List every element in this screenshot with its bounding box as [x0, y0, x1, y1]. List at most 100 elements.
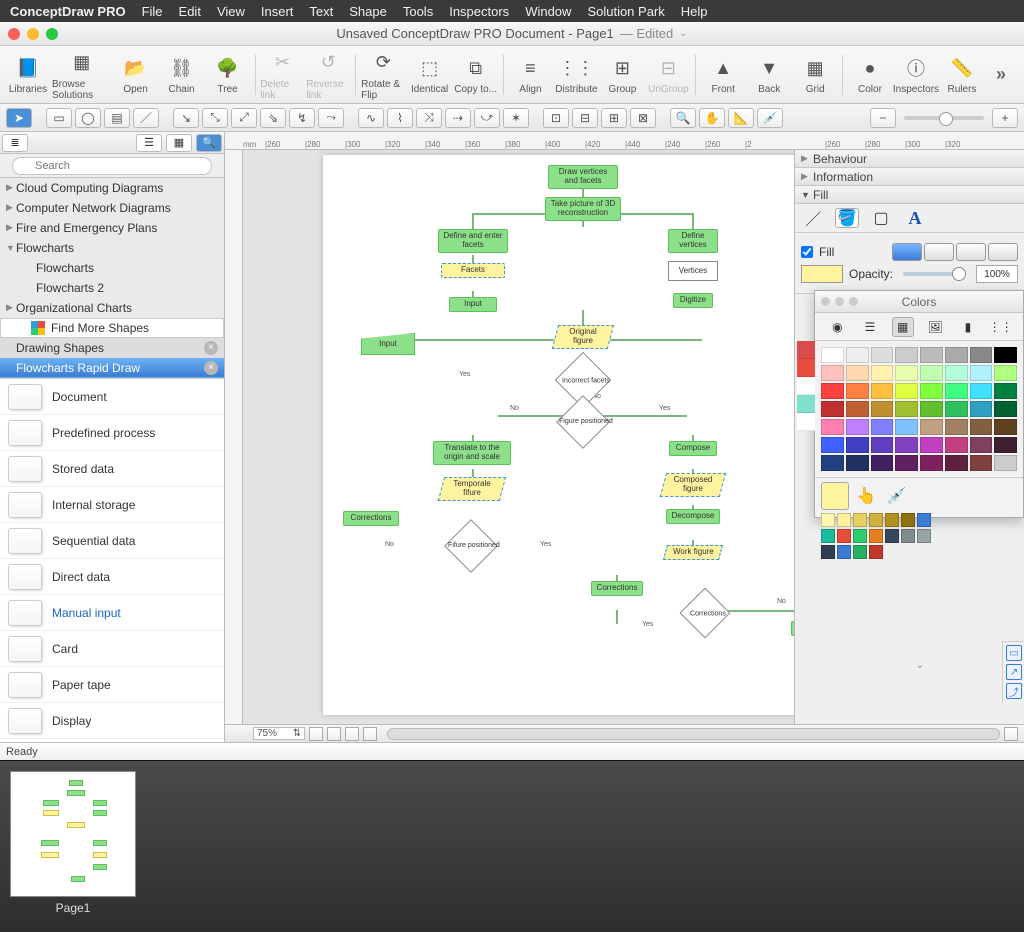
- color-swatch[interactable]: [945, 455, 968, 471]
- custom-color-swatch[interactable]: [853, 545, 867, 559]
- color-swatch[interactable]: [871, 383, 894, 399]
- node-corrections-1[interactable]: Corrections: [343, 511, 399, 526]
- recent-color[interactable]: [797, 377, 815, 395]
- color-swatch[interactable]: [945, 347, 968, 363]
- opacity-slider[interactable]: [903, 272, 966, 276]
- custom-color-swatch[interactable]: [837, 513, 851, 527]
- node-define-enter-facets[interactable]: Define and enter facets: [438, 229, 508, 253]
- node-draw-vertices[interactable]: Draw vertices and facets: [548, 165, 618, 189]
- tree-organizational-charts[interactable]: ▶Organizational Charts: [0, 298, 224, 318]
- color-swatch[interactable]: [994, 365, 1017, 381]
- color-swatch[interactable]: [821, 383, 844, 399]
- tree-computer-network-diagrams[interactable]: ▶Computer Network Diagrams: [0, 198, 224, 218]
- shape-document[interactable]: Document: [0, 379, 224, 415]
- menu-inspectors[interactable]: Inspectors: [449, 4, 509, 19]
- menu-window[interactable]: Window: [525, 4, 571, 19]
- fill-color-swatch[interactable]: [801, 265, 843, 283]
- quick-arrow[interactable]: ↗: [1006, 664, 1022, 680]
- inspector-section-behaviour[interactable]: ▶Behaviour: [795, 150, 1024, 168]
- toolbar-rulers[interactable]: 📏Rulers: [940, 48, 984, 102]
- connector-tool-3[interactable]: ⤢: [231, 108, 257, 128]
- current-color-swatch[interactable]: [821, 482, 849, 510]
- inspector-tab-text[interactable]: A: [903, 208, 927, 228]
- color-swatch[interactable]: [895, 383, 918, 399]
- color-swatch[interactable]: [970, 419, 993, 435]
- page-nav-prev[interactable]: [327, 727, 341, 741]
- color-swatch[interactable]: [895, 455, 918, 471]
- toolbar-inspectors[interactable]: ⓘInspectors: [894, 48, 938, 102]
- node-define-vertices[interactable]: Define vertices: [668, 229, 718, 253]
- color-swatch[interactable]: [945, 365, 968, 381]
- color-swatch[interactable]: [895, 437, 918, 453]
- menu-help[interactable]: Help: [681, 4, 708, 19]
- toolbar-open[interactable]: 📂Open: [114, 48, 158, 102]
- color-swatch[interactable]: [846, 419, 869, 435]
- fill-pattern-button[interactable]: [956, 243, 986, 261]
- shape-direct-data[interactable]: Direct data: [0, 559, 224, 595]
- color-swatch[interactable]: [846, 347, 869, 363]
- toolbar-browse-solutions[interactable]: ▦Browse Solutions: [52, 48, 112, 102]
- color-swatch[interactable]: [970, 437, 993, 453]
- color-swatch[interactable]: [920, 365, 943, 381]
- path-tool-1[interactable]: ∿: [358, 108, 384, 128]
- tree-cloud-computing-diagrams[interactable]: ▶Cloud Computing Diagrams: [0, 178, 224, 198]
- color-swatch[interactable]: [970, 383, 993, 399]
- library-search-input[interactable]: [12, 157, 212, 175]
- color-swatch[interactable]: [871, 365, 894, 381]
- fill-image-button[interactable]: [988, 243, 1018, 261]
- edit-points-tool-3[interactable]: ⊞: [601, 108, 627, 128]
- node-compose[interactable]: Compose: [669, 441, 717, 456]
- path-tool-4[interactable]: ⇢: [445, 108, 471, 128]
- drawing-canvas[interactable]: Yes No No Yes Yes No Yes No Draw vertice…: [243, 150, 1024, 724]
- pan-tool[interactable]: ✋: [699, 108, 725, 128]
- node-input-1[interactable]: Input: [449, 297, 497, 312]
- tree-flowcharts[interactable]: Flowcharts: [0, 258, 224, 278]
- fit-page-button[interactable]: [1004, 727, 1018, 741]
- zoom-out-button[interactable]: −: [870, 108, 896, 128]
- toolbar-rotate-flip[interactable]: ⟳Rotate & Flip: [361, 48, 406, 102]
- panel-search-toggle[interactable]: 🔍: [196, 134, 222, 152]
- menu-solution-park[interactable]: Solution Park: [587, 4, 664, 19]
- color-swatch[interactable]: [895, 365, 918, 381]
- toolbar-libraries[interactable]: 📘Libraries: [6, 48, 50, 102]
- toolbar-chain[interactable]: ⛓Chain: [160, 48, 204, 102]
- menu-text[interactable]: Text: [309, 4, 333, 19]
- custom-color-swatch[interactable]: [853, 513, 867, 527]
- color-swatch[interactable]: [895, 419, 918, 435]
- color-swatch[interactable]: [920, 383, 943, 399]
- page-nav-next[interactable]: [345, 727, 359, 741]
- toolbar-back[interactable]: ▼Back: [747, 48, 791, 102]
- page-nav-last[interactable]: [363, 727, 377, 741]
- edit-points-tool-4[interactable]: ⊠: [630, 108, 656, 128]
- color-swatch[interactable]: [821, 365, 844, 381]
- color-swatch[interactable]: [970, 401, 993, 417]
- eyedropper-tool-icon[interactable]: 💉: [887, 486, 907, 506]
- shape-manual-input[interactable]: Manual input: [0, 595, 224, 631]
- node-digitize[interactable]: Digitize: [673, 293, 713, 308]
- inspector-tab-line[interactable]: ／: [801, 208, 825, 228]
- menu-edit[interactable]: Edit: [179, 4, 201, 19]
- node-incorrect-facets[interactable]: Incorrect facets: [555, 360, 611, 400]
- color-swatch[interactable]: [945, 419, 968, 435]
- measure-tool[interactable]: 📐: [728, 108, 754, 128]
- toolbar-overflow-button[interactable]: »: [986, 64, 1018, 85]
- color-swatch[interactable]: [846, 383, 869, 399]
- toolbar-copy-to-[interactable]: ⧉Copy to...: [454, 48, 498, 102]
- page-nav-first[interactable]: [309, 727, 323, 741]
- shape-stored-data[interactable]: Stored data: [0, 451, 224, 487]
- color-swatch[interactable]: [871, 455, 894, 471]
- tree-drawing-shapes[interactable]: Drawing Shapes×: [0, 338, 224, 358]
- color-swatch[interactable]: [994, 419, 1017, 435]
- color-swatch[interactable]: [895, 401, 918, 417]
- panel-view-toggle[interactable]: ≣: [2, 134, 28, 152]
- color-swatch[interactable]: [846, 437, 869, 453]
- color-swatch[interactable]: [994, 455, 1017, 471]
- tree-flowcharts[interactable]: ▼Flowcharts: [0, 238, 224, 258]
- node-corrections-dec[interactable]: Corrections: [679, 595, 731, 631]
- inspector-tab-fill[interactable]: 🪣: [835, 208, 859, 228]
- recent-color[interactable]: [797, 341, 815, 359]
- node-figure-positioned[interactable]: Figure positioned: [557, 403, 609, 441]
- fill-enable-checkbox[interactable]: [801, 246, 813, 258]
- path-tool-2[interactable]: ⌇: [387, 108, 413, 128]
- color-swatch[interactable]: [970, 455, 993, 471]
